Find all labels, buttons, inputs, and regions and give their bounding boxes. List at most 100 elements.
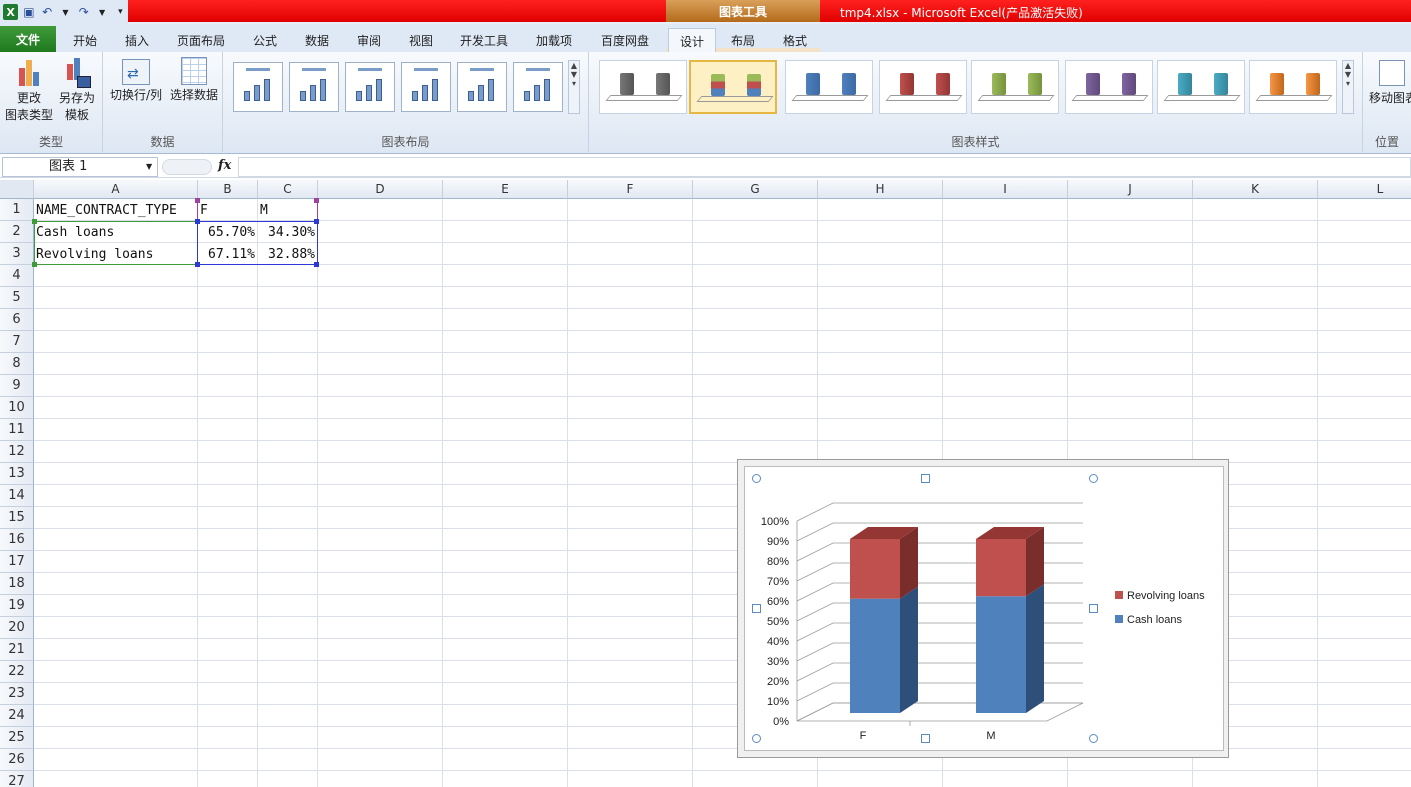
customize-toolbar-icon[interactable]: ▾	[113, 4, 128, 20]
chart-resize-handle[interactable]	[752, 604, 761, 613]
tab-baidu-netdisk[interactable]: 百度网盘	[592, 28, 658, 52]
row-header[interactable]: 18	[0, 573, 34, 595]
chart-style-4[interactable]	[879, 60, 967, 114]
column-header[interactable]: H	[818, 180, 943, 199]
tab-home[interactable]: 开始	[62, 28, 108, 52]
chart-resize-handle[interactable]	[1089, 474, 1098, 483]
row-header[interactable]: 1	[0, 199, 34, 221]
tab-page-layout[interactable]: 页面布局	[170, 28, 232, 52]
range-handle[interactable]	[195, 219, 200, 224]
row-header[interactable]: 5	[0, 287, 34, 309]
tab-format[interactable]: 格式	[772, 28, 818, 52]
name-box[interactable]: 图表 1	[2, 157, 158, 177]
change-chart-type-button[interactable]: 更改 图表类型	[4, 56, 54, 124]
row-header[interactable]: 14	[0, 485, 34, 507]
tab-addins[interactable]: 加载项	[526, 28, 582, 52]
select-data-button[interactable]: 选择数据	[165, 56, 223, 104]
column-header[interactable]: J	[1068, 180, 1193, 199]
row-header[interactable]: 9	[0, 375, 34, 397]
chart-style-1[interactable]	[599, 60, 687, 114]
column-header[interactable]: A	[34, 180, 198, 199]
chart-resize-handle[interactable]	[1089, 604, 1098, 613]
row-header[interactable]: 2	[0, 221, 34, 243]
range-handle[interactable]	[314, 219, 319, 224]
row-header[interactable]: 24	[0, 705, 34, 727]
column-header[interactable]: C	[258, 180, 318, 199]
column-header[interactable]: K	[1193, 180, 1318, 199]
chart-resize-handle[interactable]	[921, 474, 930, 483]
redo-icon[interactable]: ↷	[76, 4, 91, 20]
range-handle[interactable]	[314, 262, 319, 267]
chart-style-8[interactable]	[1249, 60, 1337, 114]
tab-data[interactable]: 数据	[294, 28, 340, 52]
row-header[interactable]: 26	[0, 749, 34, 771]
column-header[interactable]: L	[1318, 180, 1411, 199]
cell-A1[interactable]: NAME_CONTRACT_TYPE	[36, 200, 196, 222]
range-handle[interactable]	[32, 219, 37, 224]
tab-view[interactable]: 视图	[398, 28, 444, 52]
row-header[interactable]: 8	[0, 353, 34, 375]
save-icon[interactable]: ▣	[21, 4, 36, 20]
chart-layout-3[interactable]	[345, 62, 395, 112]
chart-resize-handle[interactable]	[752, 734, 761, 743]
range-handle[interactable]	[195, 198, 200, 203]
row-header[interactable]: 27	[0, 771, 34, 787]
row-header[interactable]: 16	[0, 529, 34, 551]
formula-input[interactable]	[238, 157, 1411, 177]
chart-style-5[interactable]	[971, 60, 1059, 114]
row-header[interactable]: 23	[0, 683, 34, 705]
chart-resize-handle[interactable]	[921, 734, 930, 743]
chart-layout-5[interactable]	[457, 62, 507, 112]
select-all-corner[interactable]	[0, 180, 34, 199]
chevron-down-icon[interactable]: ▼	[94, 4, 109, 20]
chart-layout-1[interactable]	[233, 62, 283, 112]
range-handle[interactable]	[314, 198, 319, 203]
row-header[interactable]: 3	[0, 243, 34, 265]
chart-layout-2[interactable]	[289, 62, 339, 112]
tab-developer[interactable]: 开发工具	[452, 28, 516, 52]
chart-resize-handle[interactable]	[1089, 734, 1098, 743]
row-header[interactable]: 11	[0, 419, 34, 441]
tab-layout[interactable]: 布局	[720, 28, 766, 52]
chart-layout-4[interactable]	[401, 62, 451, 112]
row-header[interactable]: 13	[0, 463, 34, 485]
row-header[interactable]: 7	[0, 331, 34, 353]
column-header[interactable]: I	[943, 180, 1068, 199]
column-header[interactable]: D	[318, 180, 443, 199]
chart-style-2[interactable]	[689, 60, 777, 114]
row-header[interactable]: 6	[0, 309, 34, 331]
range-handle[interactable]	[32, 262, 37, 267]
chart-area[interactable]: 0% 10% 20% 30% 40% 50% 60% 70% 80% 90% 100% F M Revol…	[744, 466, 1224, 751]
chevron-down-icon[interactable]: ▼	[58, 4, 73, 20]
column-header[interactable]: F	[568, 180, 693, 199]
column-header[interactable]: E	[443, 180, 568, 199]
style-gallery-scroll[interactable]: ▲ ▼ ▾	[1342, 60, 1354, 114]
row-header[interactable]: 15	[0, 507, 34, 529]
tab-formulas[interactable]: 公式	[242, 28, 288, 52]
tab-file[interactable]: 文件	[0, 26, 56, 52]
switch-row-column-button[interactable]: ⇄ 切换行/列	[107, 56, 165, 104]
row-header[interactable]: 10	[0, 397, 34, 419]
chart-style-3[interactable]	[785, 60, 873, 114]
chart-resize-handle[interactable]	[752, 474, 761, 483]
row-header[interactable]: 19	[0, 595, 34, 617]
save-as-template-button[interactable]: 另存为 模板	[54, 56, 100, 124]
tab-insert[interactable]: 插入	[114, 28, 160, 52]
chart-object[interactable]: 0% 10% 20% 30% 40% 50% 60% 70% 80% 90% 100% F M Revol…	[737, 459, 1229, 758]
layout-gallery-scroll[interactable]: ▲ ▼ ▾	[568, 60, 580, 114]
row-header[interactable]: 21	[0, 639, 34, 661]
row-header[interactable]: 22	[0, 661, 34, 683]
row-header[interactable]: 4	[0, 265, 34, 287]
undo-icon[interactable]: ↶	[40, 4, 55, 20]
row-header[interactable]: 20	[0, 617, 34, 639]
row-header[interactable]: 17	[0, 551, 34, 573]
chart-layout-6[interactable]	[513, 62, 563, 112]
insert-function-icon[interactable]: fx	[218, 158, 231, 173]
column-header[interactable]: B	[198, 180, 258, 199]
chevron-down-icon[interactable]: ▼	[146, 162, 152, 171]
row-header[interactable]: 25	[0, 727, 34, 749]
tab-design[interactable]: 设计	[668, 28, 716, 53]
column-header[interactable]: G	[693, 180, 818, 199]
move-chart-button[interactable]: 移动图表	[1369, 56, 1411, 107]
range-handle[interactable]	[195, 262, 200, 267]
